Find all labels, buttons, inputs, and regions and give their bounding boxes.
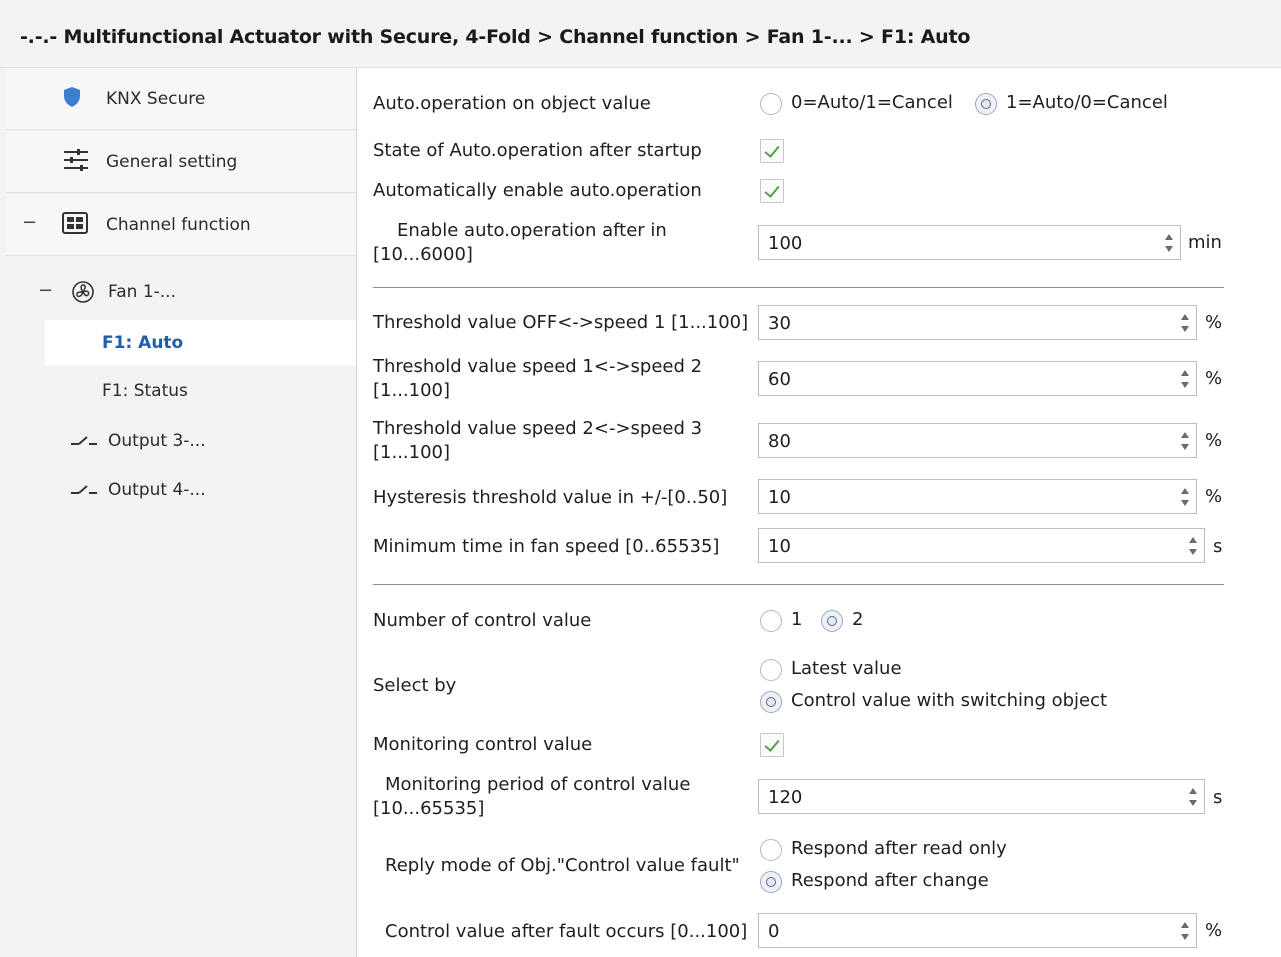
collapse-icon[interactable]: − — [38, 280, 53, 301]
param-label: Reply mode of Obj."Control value fault" — [385, 855, 740, 876]
spinner-icon[interactable] — [1164, 231, 1174, 255]
threshold-off-speed1-input[interactable]: 30 — [758, 305, 1197, 340]
unit-label: min — [1188, 232, 1222, 253]
unit-label: s — [1213, 536, 1223, 557]
collapse-icon[interactable]: − — [22, 212, 37, 233]
unit-label: % — [1205, 368, 1223, 389]
radio-label: 1 — [791, 609, 803, 630]
header-bar: -.-.- Multifunctional Actuator with Secu… — [0, 0, 1281, 68]
param-label: Select by — [373, 675, 457, 696]
param-label: Threshold value speed 2<->speed 3 — [373, 418, 703, 439]
checkbox-monitoring[interactable] — [760, 733, 784, 757]
min-time-input[interactable]: 10 — [758, 528, 1205, 563]
spinner-icon[interactable] — [1188, 785, 1198, 809]
checkbox-auto-enable[interactable] — [760, 179, 784, 203]
spinner-icon[interactable] — [1180, 485, 1190, 509]
sidebar-item-label: KNX Secure — [106, 88, 206, 109]
sidebar-item-f1-status[interactable]: F1: Status — [0, 369, 356, 413]
sidebar-item-label: Output 4-... — [108, 480, 206, 500]
threshold-speed2-3-input[interactable]: 80 — [758, 423, 1197, 458]
spinner-icon[interactable] — [1188, 534, 1198, 558]
divider — [373, 584, 1224, 585]
radio-respond-read[interactable] — [760, 839, 782, 861]
breadcrumb: -.-.- Multifunctional Actuator with Secu… — [20, 26, 971, 48]
sidebar-item-label: Channel function — [106, 214, 251, 235]
sidebar-item-knx-secure[interactable]: KNX Secure — [6, 68, 356, 130]
hysteresis-input[interactable]: 10 — [758, 479, 1197, 514]
param-label: Threshold value speed 1<->speed 2 — [373, 356, 703, 377]
radio-control-switching[interactable] — [760, 691, 782, 713]
sidebar-item-label: General setting — [106, 151, 238, 172]
unit-label: % — [1205, 312, 1223, 333]
param-label: State of Auto.operation after startup — [373, 140, 702, 161]
radio-latest-value[interactable] — [760, 659, 782, 681]
unit-label: % — [1205, 920, 1223, 941]
param-label-range: [1...100] — [373, 380, 451, 401]
param-label: Enable auto.operation after in — [397, 220, 667, 241]
param-label-range: [1...100] — [373, 442, 451, 463]
radio-label: Control value with switching object — [791, 690, 1108, 711]
radio-label: Latest value — [791, 658, 902, 679]
radio-label: 2 — [852, 609, 864, 630]
param-label: Automatically enable auto.operation — [373, 180, 702, 201]
radio-label: 0=Auto/1=Cancel — [791, 92, 953, 113]
fan-icon — [72, 281, 94, 307]
param-label: Threshold value OFF<->speed 1 [1...100] — [373, 312, 749, 333]
sidebar-item-output-3[interactable]: Output 3-... — [0, 419, 356, 463]
radio-label: Respond after read only — [791, 838, 1007, 859]
sidebar-item-label: Fan 1-... — [108, 282, 176, 302]
sidebar-item-label: F1: Auto — [102, 332, 184, 353]
sidebar-item-f1-auto[interactable]: F1: Auto — [45, 320, 356, 365]
spinner-icon[interactable] — [1180, 429, 1190, 453]
radio-label: Respond after change — [791, 870, 989, 891]
grid-icon — [62, 211, 88, 238]
unit-label: % — [1205, 430, 1223, 451]
radio-auto-1[interactable] — [975, 93, 997, 115]
enable-after-input[interactable]: 100 — [758, 225, 1181, 260]
sidebar: KNX Secure General setting − Channel fun… — [0, 68, 357, 957]
param-label: Minimum time in fan speed [0..65535] — [373, 536, 720, 557]
shield-icon — [62, 86, 82, 112]
checkbox-state-startup[interactable] — [760, 139, 784, 163]
radio-label: 1=Auto/0=Cancel — [1006, 92, 1168, 113]
param-label: Monitoring period of control value — [385, 774, 691, 795]
sidebar-item-label: F1: Status — [102, 381, 188, 401]
switch-icon — [70, 482, 98, 501]
radio-auto-0[interactable] — [760, 93, 782, 115]
param-label-range: [10...6000] — [373, 244, 473, 265]
spinner-icon[interactable] — [1180, 311, 1190, 335]
spinner-icon[interactable] — [1180, 919, 1190, 943]
radio-respond-change[interactable] — [760, 871, 782, 893]
fault-value-input[interactable]: 0 — [758, 913, 1197, 948]
param-label-range: [10...65535] — [373, 798, 485, 819]
threshold-speed1-2-input[interactable]: 60 — [758, 361, 1197, 396]
radio-num-control-2[interactable] — [821, 610, 843, 632]
spinner-icon[interactable] — [1180, 367, 1190, 391]
sidebar-item-channel-function[interactable]: − Channel function — [6, 194, 356, 256]
sidebar-item-general-setting[interactable]: General setting — [6, 131, 356, 193]
param-label: Hysteresis threshold value in +/-[0..50] — [373, 487, 728, 508]
param-label: Auto.operation on object value — [373, 93, 651, 114]
monitor-period-input[interactable]: 120 — [758, 779, 1205, 814]
radio-num-control-1[interactable] — [760, 610, 782, 632]
unit-label: s — [1213, 787, 1223, 808]
sidebar-item-label: Output 3-... — [108, 431, 206, 451]
param-label: Control value after fault occurs [0...10… — [385, 921, 748, 942]
sidebar-item-output-4[interactable]: Output 4-... — [0, 468, 356, 512]
param-label: Number of control value — [373, 610, 592, 631]
unit-label: % — [1205, 486, 1223, 507]
divider — [373, 287, 1224, 288]
param-label: Monitoring control value — [373, 734, 593, 755]
sliders-icon — [62, 148, 90, 176]
switch-icon — [70, 433, 98, 452]
sidebar-item-fan[interactable]: − Fan 1-... — [0, 270, 356, 314]
